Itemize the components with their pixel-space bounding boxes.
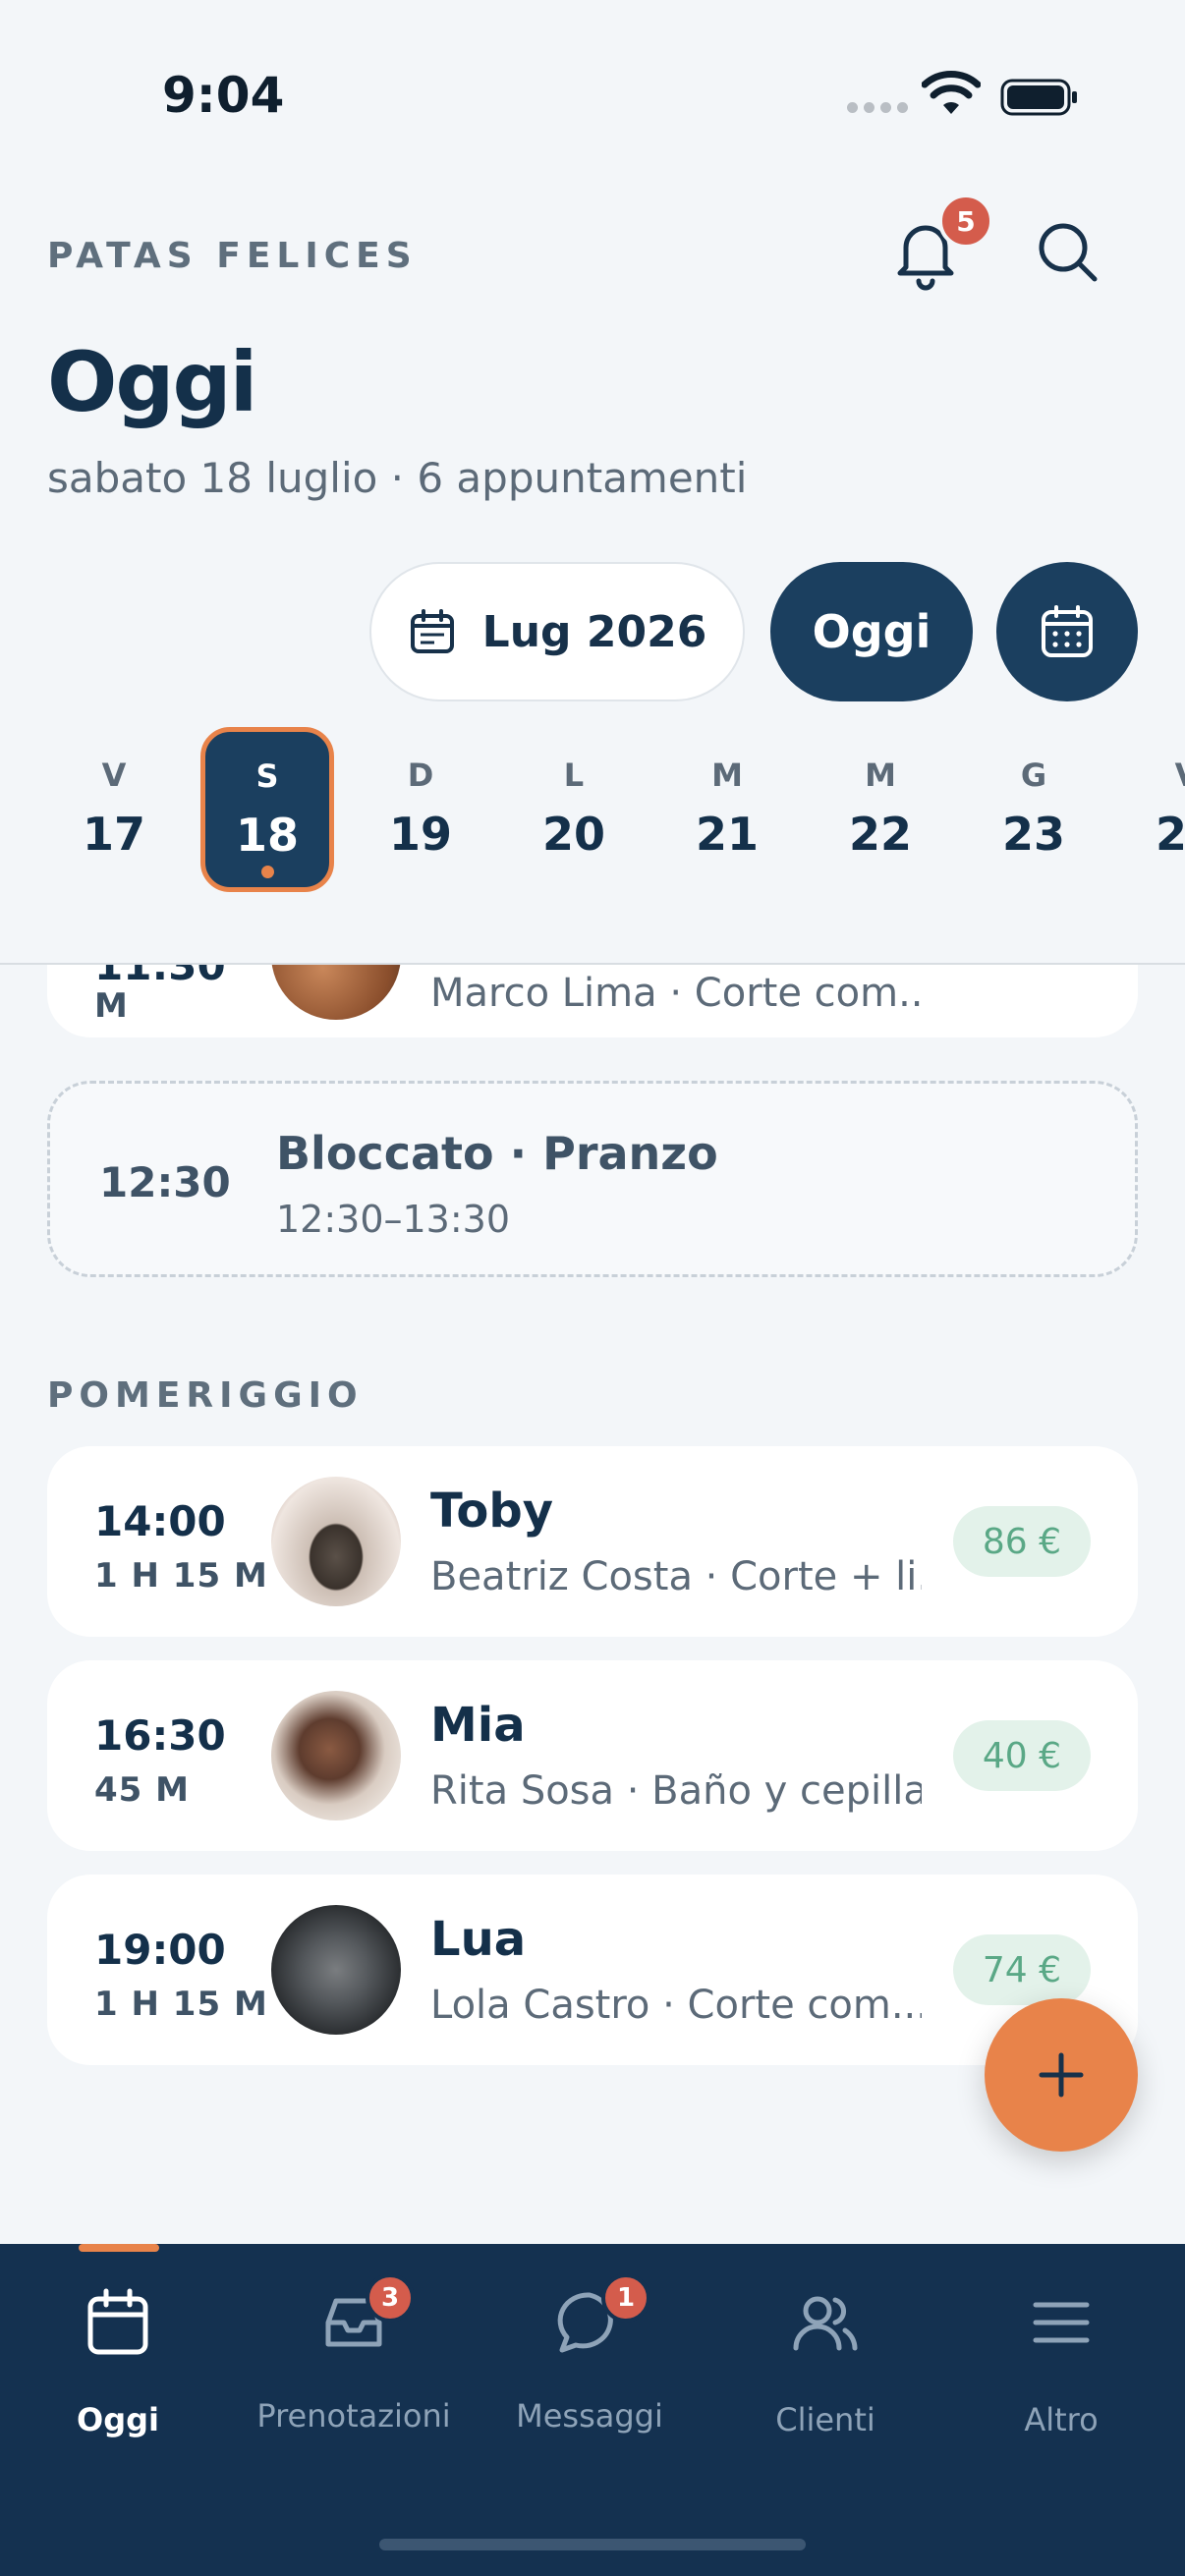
appointment-time: 19:00 (94, 1926, 226, 1974)
status-time: 9:04 (162, 67, 285, 124)
page-subtitle: sabato 18 luglio · 6 appuntamenti (47, 454, 748, 502)
day-21[interactable]: M 21 (660, 727, 794, 892)
appointment-card[interactable]: 16:30 45 M Mia Rita Sosa · Baño y cepill… (47, 1660, 1138, 1851)
search-icon[interactable] (1032, 216, 1102, 287)
tab-label: Messaggi (516, 2397, 663, 2435)
appointment-duration: 45 M (94, 1770, 190, 1810)
calendar-grid-icon (1042, 605, 1093, 657)
blocked-time: 12:30 (99, 1158, 231, 1206)
pet-avatar (271, 1477, 401, 1606)
day-weekday: L (563, 756, 585, 794)
chat-icon-wrap: 1 (550, 2273, 650, 2362)
tab-label: Clienti (775, 2401, 875, 2438)
day-number: 19 (388, 808, 452, 861)
day-18-selected[interactable]: S 18 (200, 727, 334, 892)
calendar-view-button[interactable] (996, 562, 1138, 701)
tab-messaggi[interactable]: 1 Messaggi (472, 2273, 707, 2435)
day-24[interactable]: V 24 (1120, 727, 1185, 892)
appointment-duration: 1 H 15 M (94, 1556, 268, 1596)
battery-icon (1000, 79, 1077, 116)
day-23[interactable]: G 23 (967, 727, 1100, 892)
blocked-range: 12:30–13:30 (276, 1198, 511, 1241)
appointment-time: 14:00 (94, 1497, 226, 1545)
day-number: 22 (848, 808, 912, 861)
wifi-icon (922, 71, 981, 114)
pet-name: Mia (430, 1698, 526, 1753)
day-weekday: M (711, 756, 743, 794)
appointment-time: 16:30 (94, 1711, 226, 1760)
day-weekday: V (101, 756, 127, 794)
day-number: 21 (695, 808, 759, 861)
today-button[interactable]: Oggi (770, 562, 973, 701)
price-badge: 74 € (952, 1934, 1091, 2005)
tab-clienti[interactable]: Clienti (707, 2283, 943, 2438)
day-number: 24 (1155, 808, 1185, 861)
pet-avatar (271, 1691, 401, 1820)
notification-badge: 5 (938, 194, 993, 249)
tab-label: Prenotazioni (256, 2397, 451, 2435)
section-label-afternoon: POMERIGGIO (47, 1375, 364, 1416)
home-indicator[interactable] (379, 2539, 806, 2550)
appointments-dot (260, 866, 274, 878)
month-label: Lug 2026 (481, 606, 707, 657)
day-number: 17 (82, 808, 145, 861)
tab-oggi[interactable]: Oggi (0, 2283, 236, 2438)
day-number: 20 (541, 808, 605, 861)
day-weekday: G (1020, 756, 1047, 794)
day-22[interactable]: M 22 (814, 727, 947, 892)
appointment-card[interactable]: 14:00 1 H 15 M Toby Beatriz Costa · Cort… (47, 1446, 1138, 1637)
blocked-title: Bloccato · Pranzo (276, 1127, 718, 1180)
pet-avatar (271, 965, 401, 1020)
appointment-meta: Beatriz Costa · Corte + li... (430, 1554, 922, 1599)
tab-badge: 3 (366, 2273, 415, 2323)
appointment-card-partial[interactable]: 11:30 M Marco Lima · Corte com... (47, 965, 1138, 1037)
day-strip-clip: V 24 (1120, 727, 1185, 892)
cellular-signal-icon (847, 102, 908, 113)
plus-icon (1039, 2052, 1084, 2098)
price-badge: 86 € (952, 1506, 1091, 1577)
calendar-icon (87, 2288, 148, 2355)
blocked-slot[interactable]: 12:30 Bloccato · Pranzo 12:30–13:30 (47, 1081, 1138, 1277)
calendar-small-icon (410, 609, 454, 653)
tab-label: Oggi (77, 2401, 159, 2438)
inbox-icon-wrap: 3 (314, 2273, 415, 2362)
day-20[interactable]: L 20 (507, 727, 641, 892)
appointment-meta: Lola Castro · Corte com... (430, 1983, 922, 2028)
appointment-meta: Marco Lima · Corte com... (430, 971, 922, 1016)
day-weekday: V (1120, 756, 1185, 794)
page-title: Oggi (47, 334, 257, 430)
price-badge: 40 € (952, 1720, 1091, 1791)
day-weekday: D (407, 756, 434, 794)
day-number: 18 (235, 809, 299, 862)
users-icon (793, 2296, 858, 2351)
day-number: 23 (1001, 808, 1065, 861)
appointment-duration: 1 H 15 M (94, 1985, 268, 2024)
appointment-duration: M (94, 986, 129, 1026)
pet-avatar (271, 1905, 401, 2035)
month-picker-button[interactable]: Lug 2026 (369, 562, 745, 701)
tab-badge: 1 (601, 2273, 650, 2323)
day-19[interactable]: D 19 (354, 727, 487, 892)
tab-altro[interactable]: Altro (943, 2283, 1179, 2438)
appointment-meta: Rita Sosa · Baño y cepilla... (430, 1768, 922, 1814)
brand-name: PATAS FELICES (47, 236, 418, 276)
add-appointment-button[interactable] (985, 1998, 1138, 2152)
active-tab-indicator (79, 2244, 159, 2252)
tab-prenotazioni[interactable]: 3 Prenotazioni (236, 2273, 472, 2435)
pet-name: Lua (430, 1912, 527, 1967)
appointment-card[interactable]: 19:00 1 H 15 M Lua Lola Castro · Corte c… (47, 1875, 1138, 2065)
menu-icon (1033, 2302, 1090, 2343)
pet-name: Toby (430, 1484, 553, 1539)
day-weekday: S (255, 757, 279, 795)
tab-bar: Oggi 3 Prenotazioni 1 Messaggi Clienti A… (0, 2244, 1185, 2576)
day-17[interactable]: V 17 (47, 727, 181, 892)
tab-label: Altro (1024, 2401, 1099, 2438)
day-weekday: M (865, 756, 896, 794)
